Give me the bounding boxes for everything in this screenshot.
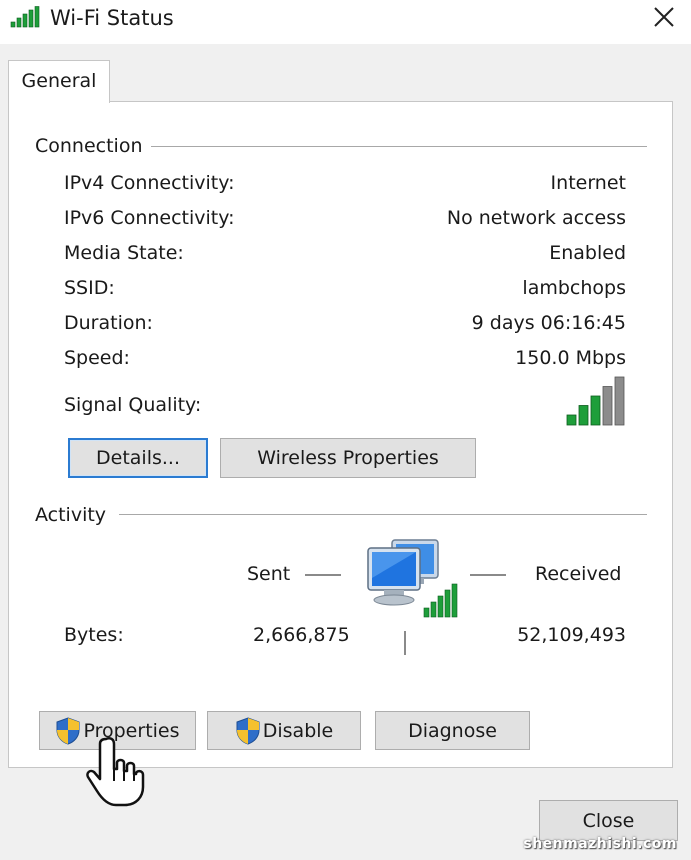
connection-divider [149,146,647,147]
activity-group-title: Activity [35,504,115,526]
signal-bar-filled [590,395,601,426]
bytes-sent-value: 2,666,875 [253,624,350,646]
activity-divider [119,514,647,515]
signal-bar-empty [614,376,625,426]
speed-label: Speed: [64,347,130,369]
ipv6-value: No network access [446,207,626,229]
ipv4-label: IPv4 Connectivity: [64,172,235,194]
ssid-label: SSID: [64,277,115,299]
duration-value: 9 days 06:16:45 [471,312,626,334]
details-button[interactable]: Details... [68,438,208,478]
duration-label: Duration: [64,312,153,334]
received-dash [470,574,506,576]
ssid-value: lambchops [522,277,626,299]
disable-button-label: Disable [262,719,334,742]
diagnose-button[interactable]: Diagnose [375,711,530,750]
speed-value: 150.0 Mbps [515,347,626,369]
network-computers-icon [367,539,458,618]
ipv4-value: Internet [550,172,626,194]
media-state-value: Enabled [549,242,626,264]
signal-bar-empty [602,386,613,426]
bytes-label: Bytes: [64,624,124,646]
signal-quality-icon [566,376,625,426]
tab-general-label: General [21,70,97,92]
uac-shield-icon [236,716,260,745]
watermark-text: shenmazhishi.com [523,836,677,852]
bytes-divider [404,631,406,655]
sent-dash [305,574,341,576]
received-label: Received [535,563,622,585]
title-bar: Wi-Fi Status [0,0,691,44]
wifi-signal-icon [10,6,40,28]
window-title: Wi-Fi Status [50,6,174,30]
uac-shield-icon [56,716,80,745]
wireless-properties-button[interactable]: Wireless Properties [220,438,476,478]
sent-label: Sent [247,563,291,585]
tab-panel: Connection IPv4 Connectivity: Internet I… [8,101,673,768]
signal-bar-filled [578,405,589,426]
tab-general[interactable]: General [8,60,110,103]
signal-bar-filled [566,414,577,426]
media-state-label: Media State: [64,242,184,264]
close-button[interactable]: Close [539,800,678,841]
signal-quality-label: Signal Quality: [64,394,202,416]
bytes-received-value: 52,109,493 [517,624,626,646]
connection-group-title: Connection [35,135,151,157]
ipv6-label: IPv6 Connectivity: [64,207,235,229]
disable-button[interactable]: Disable [207,711,361,750]
close-icon[interactable] [651,4,677,30]
hand-pointer-icon [86,736,145,807]
